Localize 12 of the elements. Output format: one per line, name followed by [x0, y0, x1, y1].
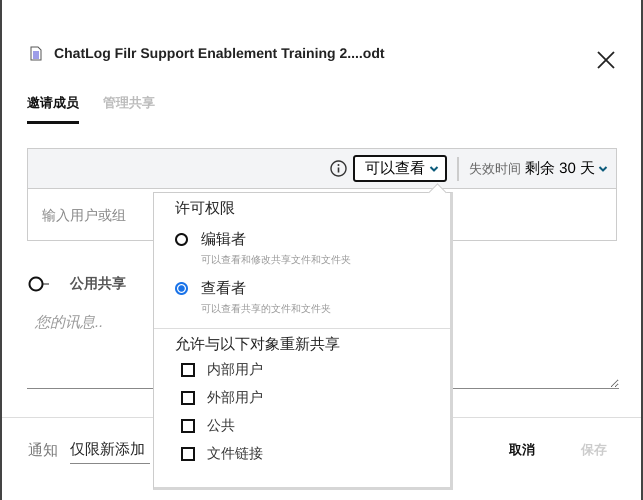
menu-heading: 许可权限 — [174, 199, 236, 219]
option-label: 公共 — [207, 417, 235, 435]
role-description: 可以查看和修改共享文件和文件夹 — [200, 254, 352, 267]
option-label: 内部用户 — [207, 361, 263, 379]
role-description: 可以查看共享的文件和文件夹 — [200, 302, 332, 316]
public-share-label: 公用共享 — [70, 275, 126, 293]
option-label: 文件链接 — [207, 445, 263, 463]
option-label: 外部用户 — [207, 389, 263, 407]
notify-label: 通知 — [28, 440, 58, 460]
file-title: ChatLog Filr Support Enablement Training 2....odt — [54, 45, 386, 61]
menu-heading: 允许与以下对象重新共享 — [174, 335, 341, 355]
expiry-label: 失效时间 — [468, 160, 521, 178]
